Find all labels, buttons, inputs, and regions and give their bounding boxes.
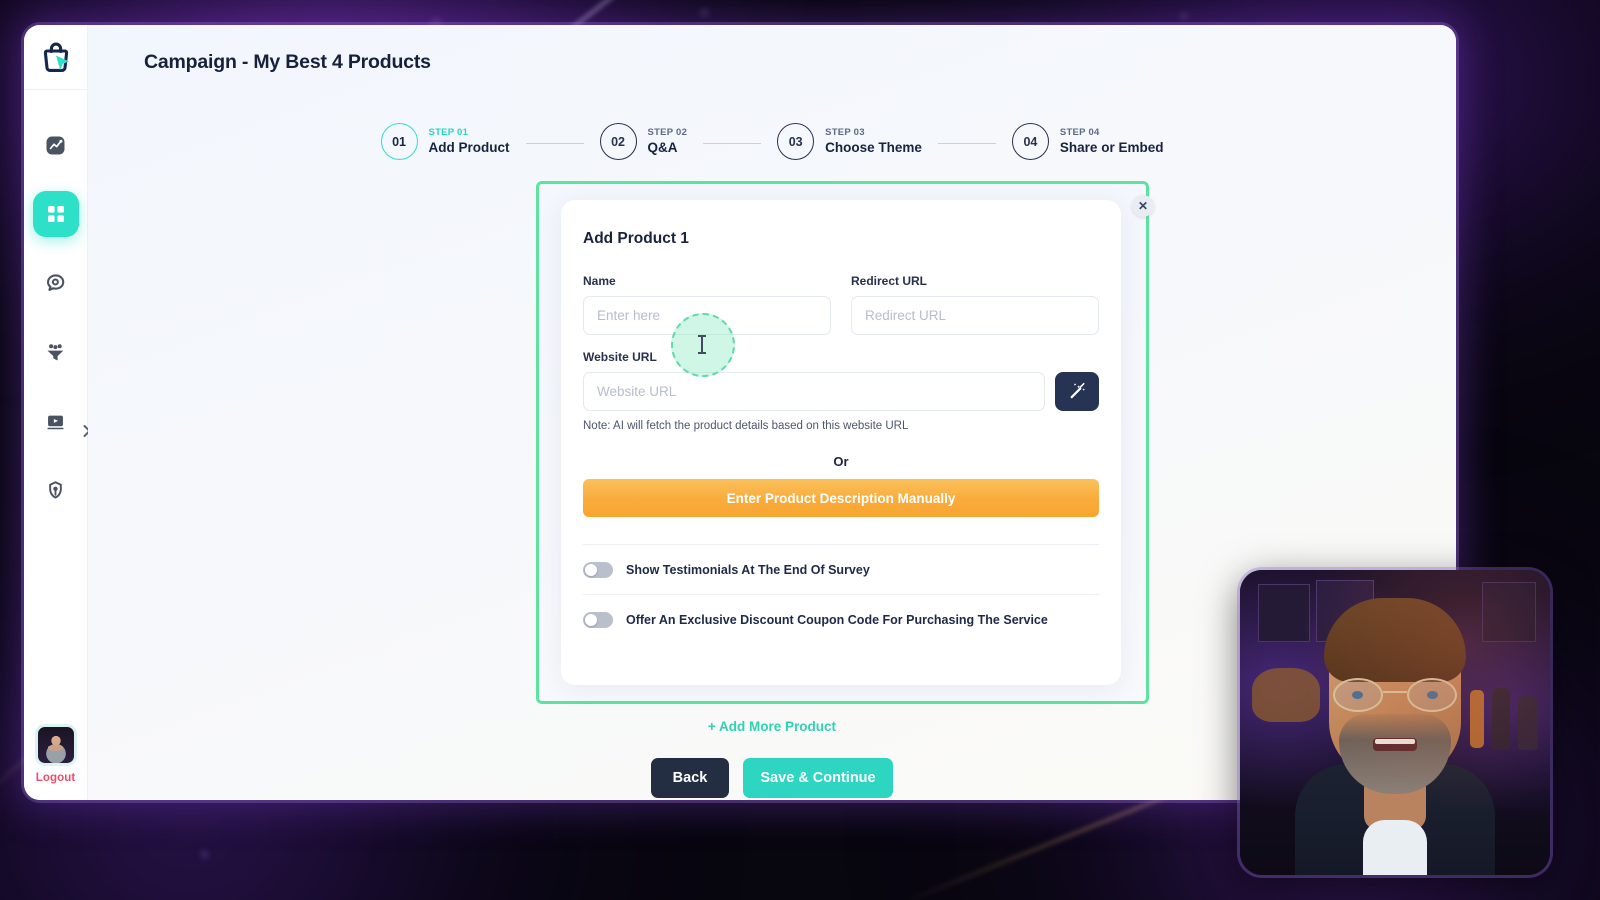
sidebar-nav bbox=[24, 122, 87, 513]
card-title: Add Product 1 bbox=[583, 230, 689, 247]
settings-gear-icon bbox=[49, 480, 62, 499]
shopping-bag-cursor-logo bbox=[43, 42, 69, 72]
sidebar: Logout bbox=[24, 25, 91, 800]
discount-coupon-row: Offer An Exclusive Discount Coupon Code … bbox=[583, 595, 1099, 644]
show-testimonials-label: Show Testimonials At The End Of Survey bbox=[626, 562, 870, 577]
step-label: Choose Theme bbox=[825, 140, 922, 156]
step-number: 04 bbox=[1011, 123, 1049, 160]
logout-button[interactable]: Logout bbox=[36, 772, 76, 784]
add-product-card: ✕ Add Product 1 Name Redirect URL Websit… bbox=[561, 195, 1154, 685]
webcam-overlay bbox=[1240, 570, 1550, 875]
bokeh-dot bbox=[700, 8, 709, 17]
sidebar-item-video[interactable] bbox=[33, 398, 79, 444]
step-number: 01 bbox=[380, 123, 418, 160]
website-url-label: Website URL bbox=[583, 350, 657, 364]
website-field-group: Website URL bbox=[583, 350, 1045, 411]
video-player-icon bbox=[47, 415, 64, 429]
name-redirect-row: Name Redirect URL bbox=[583, 274, 1099, 335]
name-field-group: Name bbox=[583, 274, 831, 335]
webcam-light-overlay bbox=[1240, 570, 1550, 875]
bokeh-dot bbox=[200, 850, 209, 859]
sidebar-footer: Logout bbox=[34, 724, 77, 784]
avatar-photo bbox=[37, 727, 74, 763]
show-testimonials-row: Show Testimonials At The End Of Survey bbox=[583, 545, 1099, 594]
step-connector bbox=[937, 142, 996, 145]
sidebar-item-chat[interactable] bbox=[33, 260, 79, 306]
or-separator: Or bbox=[833, 454, 849, 469]
website-url-input[interactable] bbox=[583, 372, 1045, 411]
redirect-field-group: Redirect URL bbox=[851, 274, 1099, 335]
analytics-chart-icon bbox=[46, 136, 65, 154]
redirect-url-label: Redirect URL bbox=[851, 274, 928, 288]
name-input[interactable] bbox=[583, 296, 831, 335]
step-01[interactable]: 01 STEP 01 Add Product bbox=[380, 123, 510, 160]
sidebar-item-analytics[interactable] bbox=[33, 122, 79, 168]
step-number: 02 bbox=[599, 123, 637, 160]
redirect-url-input[interactable] bbox=[851, 296, 1099, 335]
bokeh-dot bbox=[1180, 12, 1188, 20]
step-03[interactable]: 03 STEP 03 Choose Theme bbox=[777, 123, 922, 160]
page-title: Campaign - My Best 4 Products bbox=[144, 51, 431, 73]
enter-description-manually-button[interactable]: Enter Product Description Manually bbox=[583, 479, 1099, 517]
stepper: 01 STEP 01 Add Product 02 STEP 02 Q&A 03… bbox=[88, 123, 1456, 160]
step-connector bbox=[525, 142, 584, 145]
discount-coupon-label: Offer An Exclusive Discount Coupon Code … bbox=[626, 612, 1048, 627]
app-logo[interactable] bbox=[24, 25, 87, 90]
magic-wand-button[interactable] bbox=[1055, 372, 1099, 411]
avatar[interactable] bbox=[34, 724, 77, 766]
sidebar-item-settings[interactable] bbox=[33, 467, 79, 513]
step-kicker: STEP 01 bbox=[428, 126, 469, 138]
step-label: Share or Embed bbox=[1059, 140, 1164, 156]
step-kicker: STEP 03 bbox=[825, 126, 865, 138]
step-number: 03 bbox=[777, 123, 815, 160]
discount-coupon-toggle[interactable] bbox=[583, 611, 613, 628]
step-label: Q&A bbox=[647, 140, 678, 156]
step-04[interactable]: 04 STEP 04 Share or Embed bbox=[1011, 123, 1164, 160]
chat-bubble-icon bbox=[47, 273, 65, 291]
back-button[interactable]: Back bbox=[651, 758, 729, 798]
step-label: Add Product bbox=[428, 140, 510, 156]
close-icon[interactable]: ✕ bbox=[1132, 195, 1154, 217]
website-url-row: Website URL bbox=[583, 350, 1099, 411]
magic-wand-icon bbox=[1070, 382, 1085, 399]
sidebar-item-dashboard[interactable] bbox=[32, 191, 79, 237]
ai-note-text: Note: AI will fetch the product details … bbox=[583, 420, 909, 432]
save-continue-button[interactable]: Save & Continue bbox=[743, 758, 893, 798]
show-testimonials-toggle[interactable] bbox=[583, 561, 613, 578]
grid-dashboard-icon bbox=[47, 206, 64, 222]
step-kicker: STEP 02 bbox=[647, 126, 688, 138]
step-02[interactable]: 02 STEP 02 Q&A bbox=[599, 123, 688, 160]
name-label: Name bbox=[583, 274, 616, 288]
step-kicker: STEP 04 bbox=[1059, 126, 1100, 138]
desktop-backdrop: Logout Campaign - My Best 4 Products 01 … bbox=[0, 0, 1600, 900]
sidebar-item-funnel[interactable] bbox=[33, 329, 79, 375]
funnel-audience-icon bbox=[47, 343, 64, 361]
step-connector bbox=[703, 142, 762, 145]
